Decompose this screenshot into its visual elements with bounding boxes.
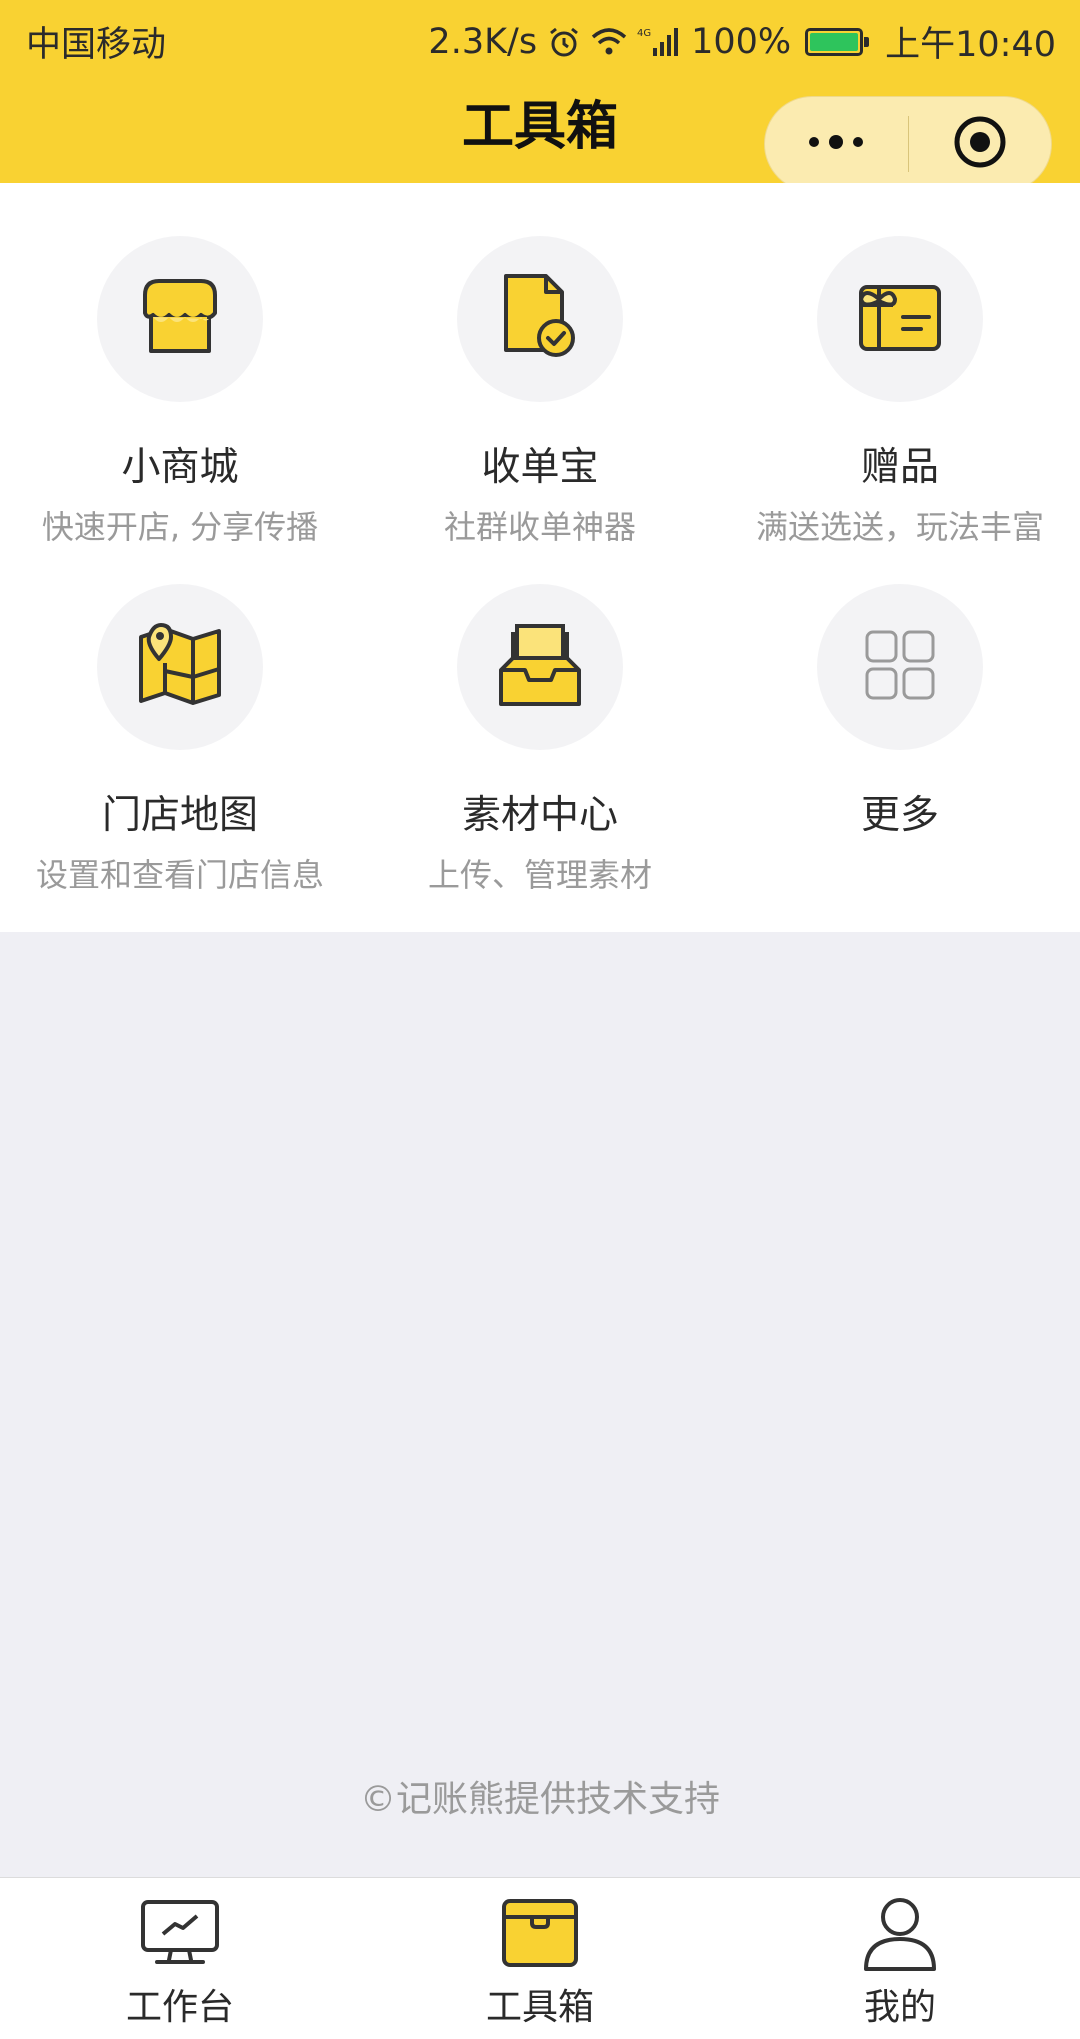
tool-subtitle: 快速开店, 分享传播 (41, 508, 319, 546)
close-mini-program-button[interactable] (909, 97, 1052, 191)
battery-icon (805, 27, 870, 56)
monitor-icon (0, 1894, 360, 1972)
tool-order-collector[interactable]: 收单宝 社群收单神器 (360, 236, 720, 548)
network-speed: 2.3K/s (428, 21, 538, 62)
gift-icon (855, 279, 945, 359)
status-right: 2.3K/s 4G 100% 上午10:40 (428, 16, 1056, 67)
tab-label: 工作台 (125, 1987, 234, 2028)
tool-icon-circle (817, 236, 983, 402)
clock: 上午10:40 (885, 25, 1056, 65)
tool-title: 收单宝 (481, 445, 599, 490)
toolbox-icon (360, 1894, 720, 1972)
tool-more[interactable]: 更多 (720, 584, 1080, 840)
tool-store-map[interactable]: 门店地图 设置和查看门店信息 (0, 584, 360, 896)
grid-icon (864, 629, 936, 705)
tool-title: 小商城 (121, 445, 239, 490)
target-icon (952, 114, 1008, 174)
more-button[interactable] (765, 97, 908, 191)
tool-title: 门店地图 (101, 793, 258, 838)
tab-label: 我的 (863, 1987, 936, 2028)
tools-panel: 小商城 快速开店, 分享传播 收单宝 社群收单神器 赠品 满送选送，玩法丰富 门… (0, 183, 1080, 932)
tool-icon-circle (97, 236, 263, 402)
battery-percent: 100% (691, 21, 792, 62)
tool-material-center[interactable]: 素材中心 上传、管理素材 (360, 584, 720, 896)
tool-icon-circle (457, 236, 623, 402)
carrier-label: 中国移动 (26, 25, 167, 65)
tab-mine[interactable]: 我的 (720, 1878, 1080, 2039)
tool-gift[interactable]: 赠品 满送选送，玩法丰富 (720, 236, 1080, 548)
document-check-icon (500, 272, 580, 366)
wifi-icon (591, 27, 627, 57)
tool-subtitle: 设置和查看门店信息 (35, 856, 324, 894)
status-bar: 中国移动 2.3K/s 4G 100% 上午10:40 (0, 0, 1080, 76)
tool-icon-circle (97, 584, 263, 750)
tab-workbench[interactable]: 工作台 (0, 1878, 360, 2039)
inbox-icon (495, 620, 585, 714)
network-type: 4G (637, 28, 651, 39)
tool-title: 素材中心 (461, 793, 618, 838)
tool-subtitle: 上传、管理素材 (427, 856, 652, 894)
tool-title: 更多 (860, 793, 939, 838)
map-icon (135, 623, 225, 711)
alarm-icon (547, 25, 581, 59)
tab-label: 工具箱 (485, 1987, 594, 2028)
tool-icon-circle (457, 584, 623, 750)
tool-title: 赠品 (860, 445, 939, 490)
tool-subtitle: 满送选送，玩法丰富 (755, 508, 1044, 546)
tool-mini-mall[interactable]: 小商城 快速开店, 分享传播 (0, 236, 360, 548)
tech-support-note: ©记账熊提供技术支持 (359, 1779, 720, 1820)
signal-icon: 4G (637, 26, 681, 58)
tab-toolbox[interactable]: 工具箱 (360, 1878, 720, 2039)
mini-program-capsule (764, 96, 1052, 192)
tool-subtitle: 社群收单神器 (443, 508, 636, 546)
shop-icon (135, 275, 225, 363)
user-icon (720, 1894, 1080, 1972)
tab-bar: 工作台 工具箱 我的 (0, 1877, 1080, 2039)
more-dots-icon (804, 132, 868, 156)
tool-icon-circle (817, 584, 983, 750)
